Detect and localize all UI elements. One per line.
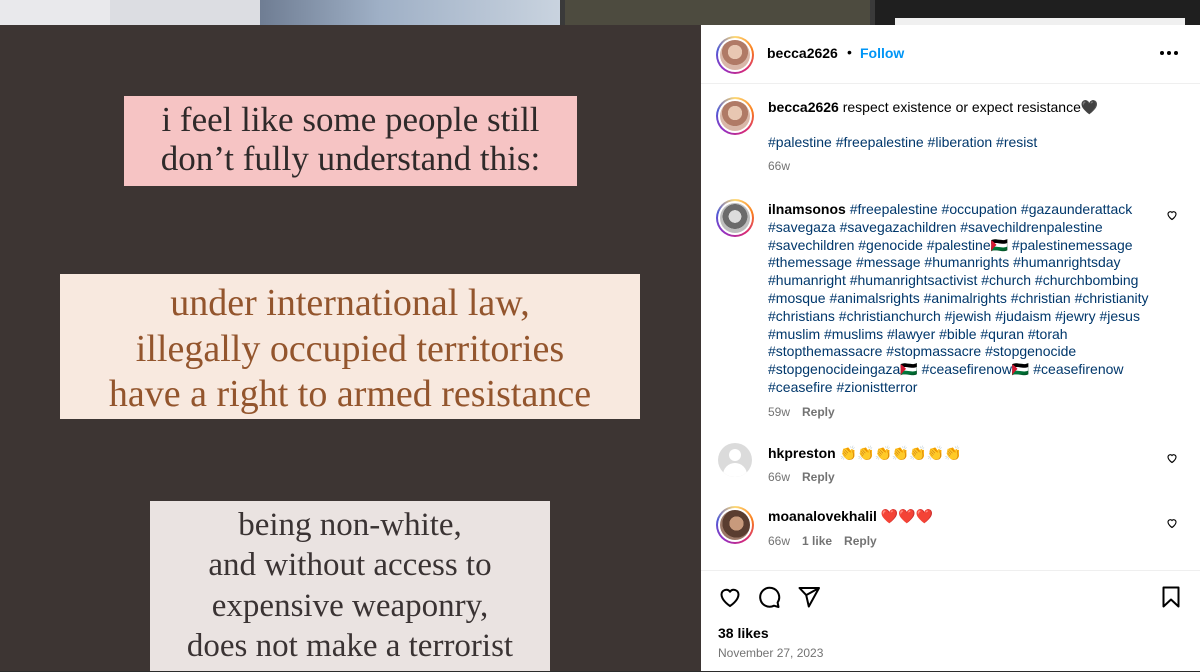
comment-icon[interactable] [757, 585, 781, 609]
comment-item: moanalovekhalil ❤️❤️❤️ 66w 1 like Reply [701, 506, 1200, 556]
comment-item: ilnamsonos #freepalestine #occupation #g… [701, 199, 1200, 429]
comment-text: ilnamsonos #freepalestine #occupation #g… [768, 201, 1153, 397]
heart-icon[interactable] [1166, 517, 1178, 529]
more-icon[interactable] [1160, 51, 1178, 55]
likes-count[interactable]: 38 likes [718, 625, 769, 641]
quote-line: don’t fully understand this: [160, 139, 541, 179]
commenter-username[interactable]: hkpreston [768, 445, 836, 461]
quote-line: being non-white, [238, 507, 462, 543]
action-bar: 38 likes November 27, 2023 [701, 570, 1200, 672]
quote-line: illegally occupied territories [135, 327, 565, 370]
comment-timestamp[interactable]: 59w [768, 405, 790, 419]
reply-button[interactable]: Reply [802, 470, 835, 484]
comment-text: hkpreston 👏👏👏👏👏👏👏 [768, 445, 1153, 463]
follow-button[interactable]: Follow [860, 45, 904, 61]
comment-likes[interactable]: 1 like [802, 534, 832, 548]
post-date[interactable]: November 27, 2023 [718, 646, 823, 660]
heart-icon[interactable] [1166, 452, 1178, 464]
comment-timestamp[interactable]: 66w [768, 534, 790, 548]
commenter-username[interactable]: ilnamsonos [768, 201, 846, 217]
quote-line: under international law, [170, 282, 530, 324]
comment-timestamp[interactable]: 66w [768, 470, 790, 484]
commenter-username[interactable]: moanalovekhalil [768, 508, 877, 524]
comment-text: moanalovekhalil ❤️❤️❤️ [768, 508, 1153, 526]
quote-block-2: under international law, illegally occup… [60, 274, 640, 419]
caption-avatar[interactable] [716, 97, 754, 135]
comment-body: ❤️❤️❤️ [880, 508, 934, 524]
commenter-avatar[interactable] [718, 443, 752, 477]
bookmark-icon[interactable] [1159, 585, 1183, 609]
post-side-panel: becca2626 • Follow becca2626 respect exi… [701, 25, 1200, 671]
heart-icon[interactable] [1166, 209, 1178, 221]
caption-timestamp[interactable]: 66w [768, 159, 790, 173]
reply-button[interactable]: Reply [844, 534, 877, 548]
caption-body: respect existence or expect resistance🖤 [842, 99, 1099, 115]
comment-meta: 66w 1 like Reply [768, 534, 877, 548]
comment-meta: 66w Reply [768, 470, 835, 484]
reply-button[interactable]: Reply [802, 405, 835, 419]
quote-line: i feel like some people still [161, 100, 540, 139]
heart-icon[interactable] [718, 585, 742, 609]
post-header: becca2626 • Follow [701, 25, 1200, 84]
quote-line: have a right to armed resistance [108, 373, 592, 416]
post-image: i feel like some people still don’t full… [0, 25, 701, 671]
caption: becca2626 respect existence or expect re… [701, 97, 1200, 187]
caption-text: becca2626 respect existence or expect re… [768, 99, 1153, 117]
comment-body[interactable]: #freepalestine #occupation #gazaunderatt… [768, 201, 1149, 395]
caption-username[interactable]: becca2626 [768, 99, 839, 115]
author-username[interactable]: becca2626 [767, 45, 838, 61]
comment-meta: 59w Reply [768, 405, 835, 419]
quote-line: does not make a terrorist [186, 627, 514, 664]
background-feed-strip [0, 0, 1200, 25]
separator-dot: • [847, 44, 852, 60]
commenter-avatar[interactable] [716, 199, 754, 237]
quote-block-1: i feel like some people still don’t full… [124, 96, 577, 186]
commenter-avatar[interactable] [716, 506, 754, 544]
quote-block-3: being non-white, and without access to e… [150, 501, 550, 671]
quote-line: expensive weaponry, [211, 587, 489, 624]
caption-hashtags[interactable]: #palestine #freepalestine #liberation #r… [768, 134, 1037, 150]
comment-body: 👏👏👏👏👏👏👏 [839, 445, 962, 461]
author-avatar[interactable] [716, 36, 754, 74]
share-icon[interactable] [797, 585, 821, 609]
comment-item: hkpreston 👏👏👏👏👏👏👏 66w Reply [701, 443, 1200, 493]
quote-line: and without access to [208, 547, 492, 584]
